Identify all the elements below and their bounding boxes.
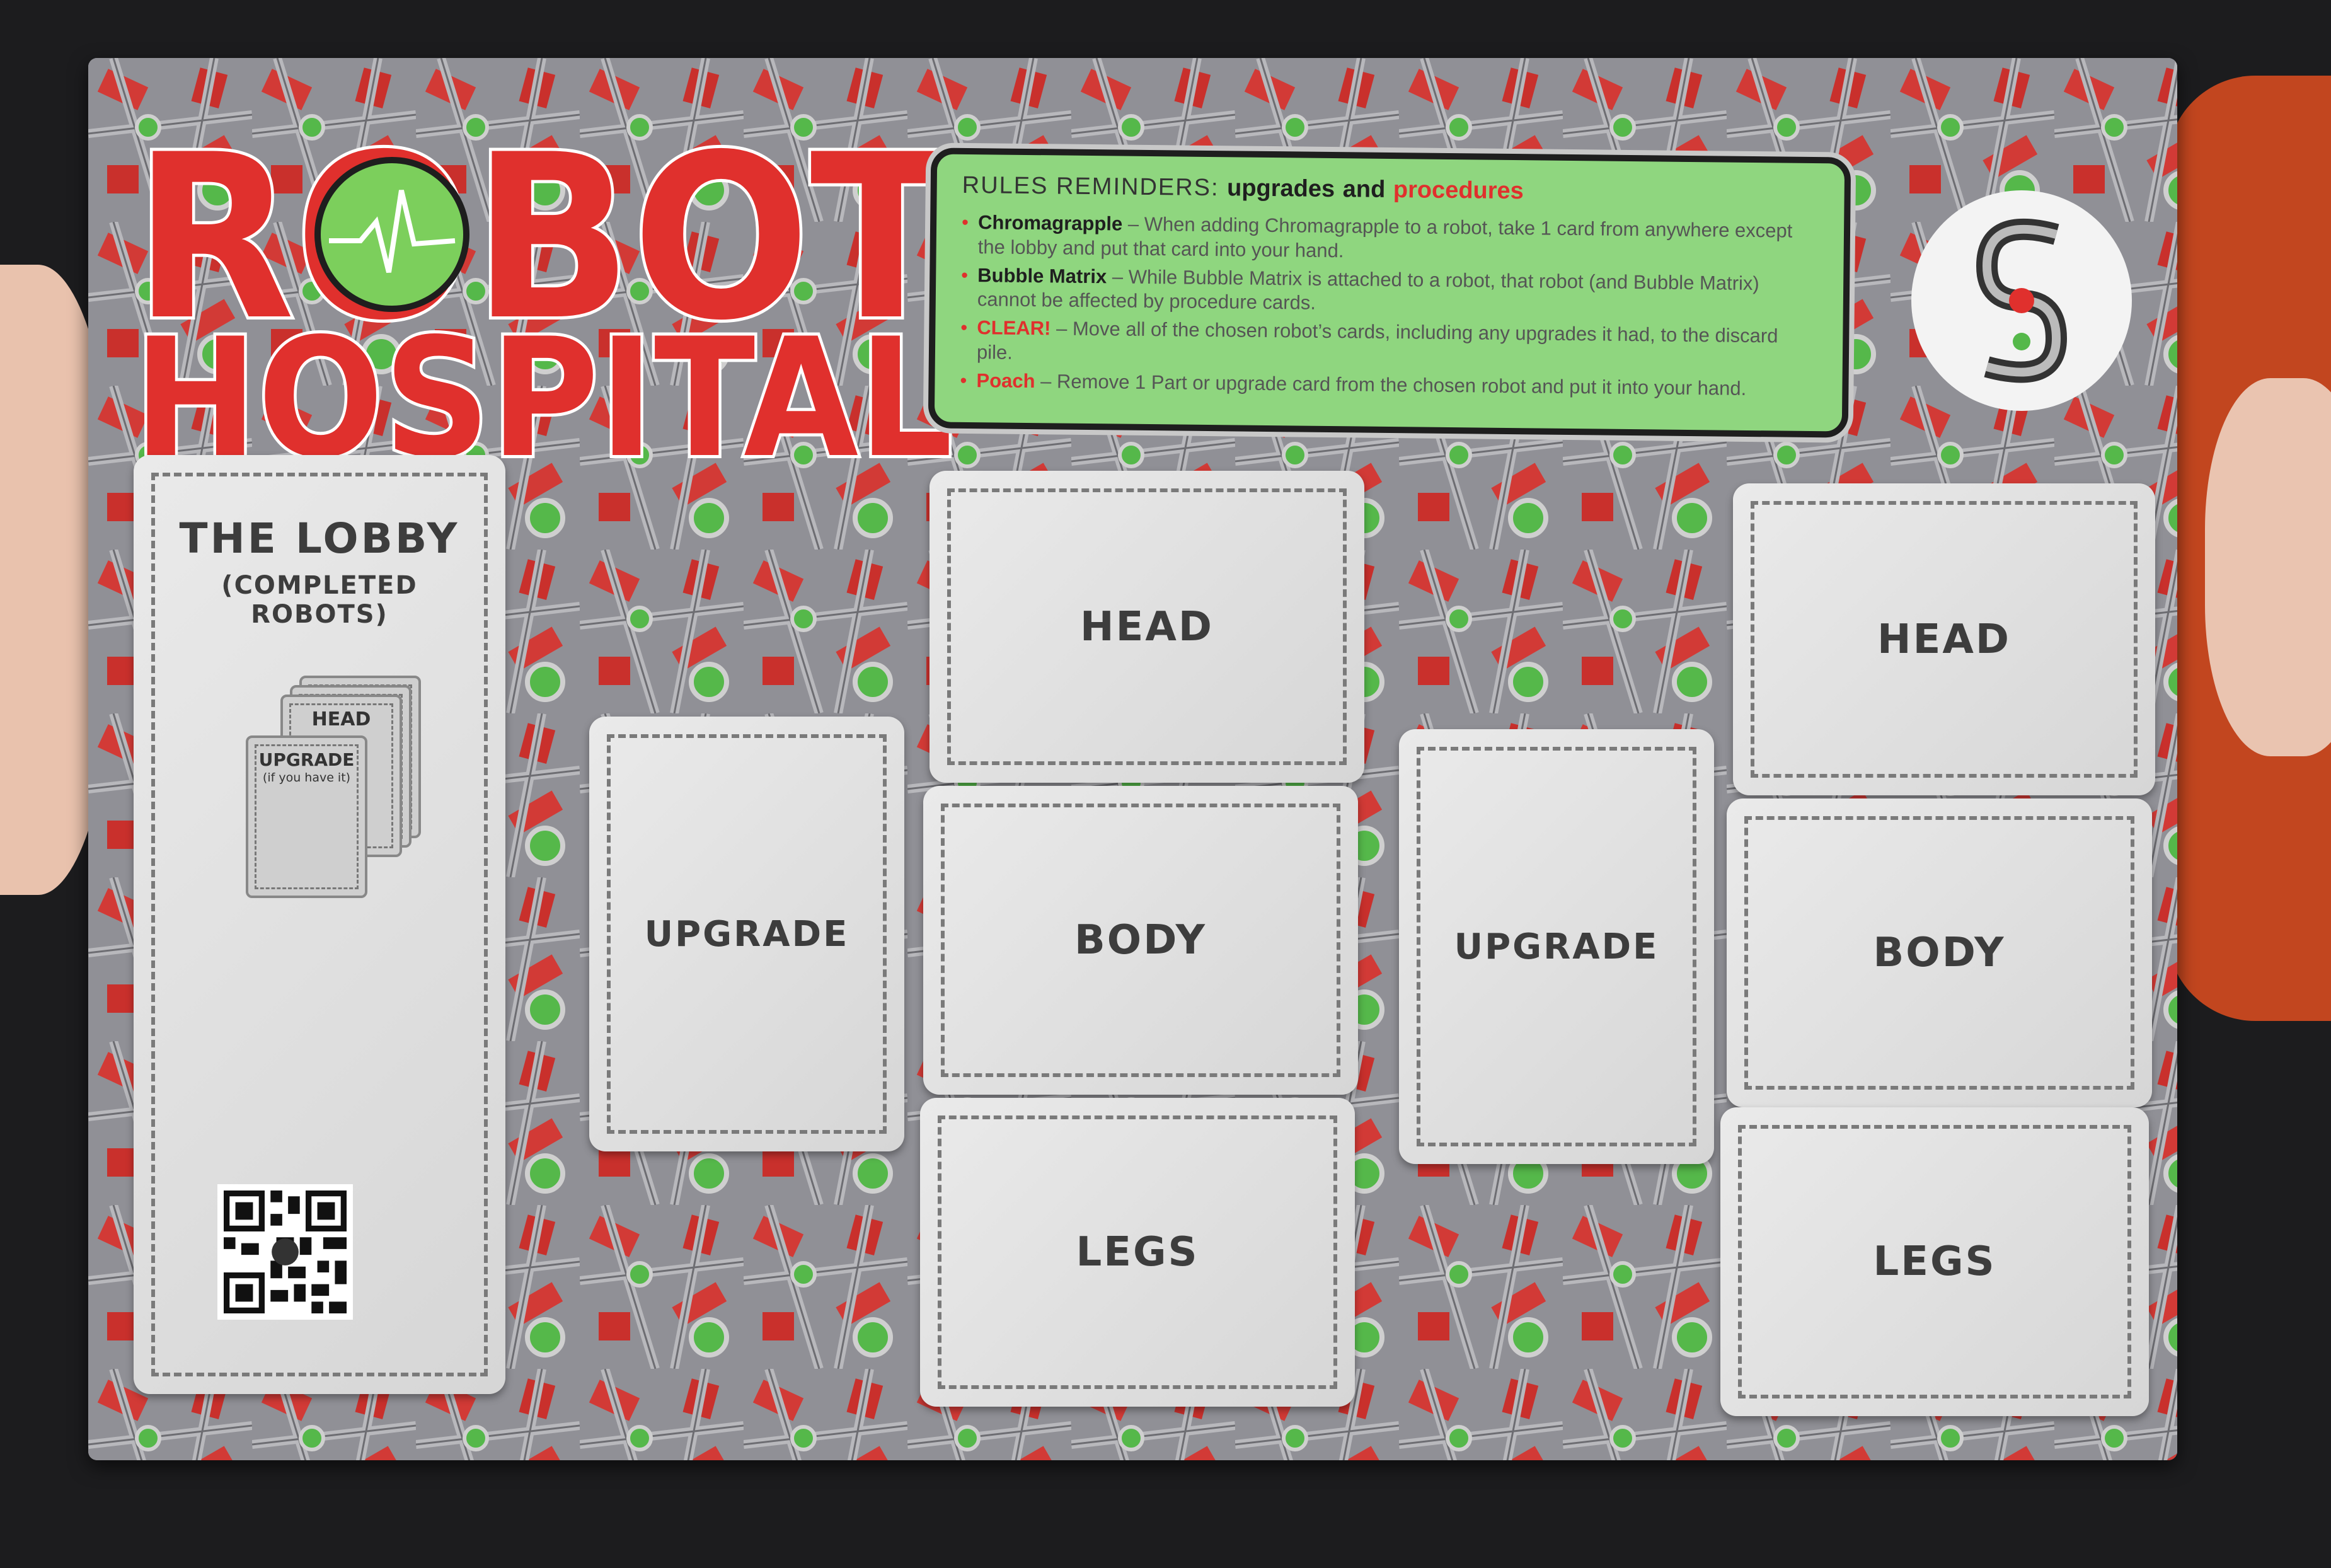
lobby-subtitle: (COMPLETED ROBOTS): [221, 571, 418, 629]
rules-heading: RULES REMINDERS: upgrades and procedures: [962, 171, 1524, 205]
robot1-body-slot[interactable]: BODY: [923, 786, 1358, 1095]
robot1-head-slot[interactable]: HEAD: [930, 471, 1364, 783]
rules-reminders-panel: RULES REMINDERS: upgrades and procedures…: [928, 147, 1851, 438]
logo-hospital: HOSPITAL: [134, 301, 956, 480]
robot1-upgrade-slot[interactable]: UPGRADE: [589, 717, 904, 1151]
robot2-upgrade-slot[interactable]: UPGRADE: [1399, 729, 1714, 1164]
robot1-legs-slot[interactable]: LEGS: [920, 1098, 1355, 1407]
mini-card-upgrade: UPGRADE (if you have it): [246, 735, 367, 898]
rule-clear: CLEAR! – Move all of the chosen robot’s …: [960, 316, 1818, 374]
rule-bubble-matrix: Bubble Matrix – While Bubble Matrix is a…: [961, 263, 1819, 321]
rule-chromagrapple: Chromagrapple – When adding Chromagrappl…: [962, 210, 1819, 268]
qr-code-icon[interactable]: [217, 1184, 353, 1320]
s-monogram-icon: [1911, 190, 2132, 411]
robot2-head-slot[interactable]: HEAD: [1733, 483, 2155, 795]
lobby-title: THE LOBBY: [179, 514, 460, 563]
right-hand: [2205, 378, 2331, 756]
svg-text:HOSPITAL: HOSPITAL: [134, 304, 953, 480]
game-board: ROBOT HOSPITAL RULES REMINDERS: upgrades…: [88, 58, 2177, 1460]
robot2-legs-slot[interactable]: LEGS: [1720, 1107, 2149, 1416]
rule-poach: Poach – Remove 1 Part or upgrade card fr…: [960, 368, 1817, 401]
robot2-body-slot[interactable]: BODY: [1727, 798, 2152, 1107]
